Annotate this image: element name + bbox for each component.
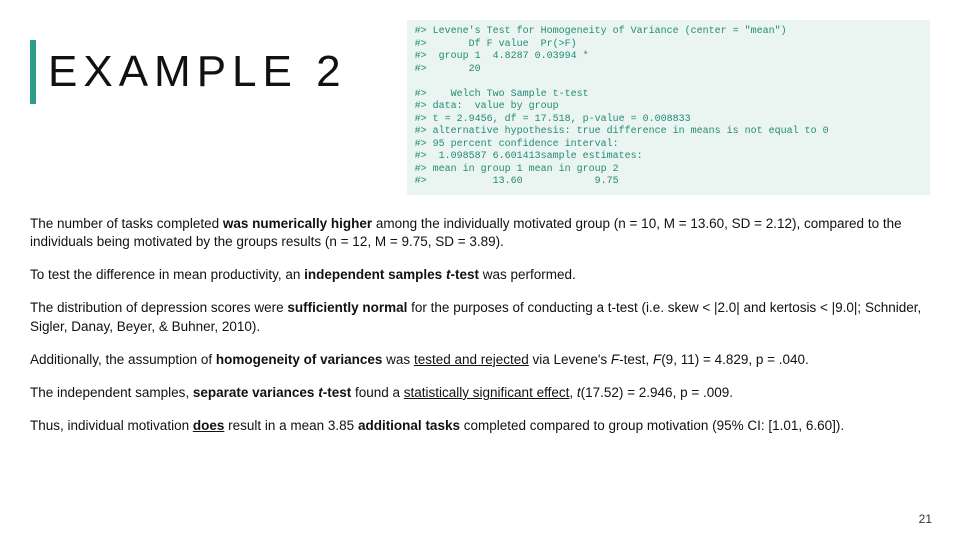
bold-text: separate variances: [193, 385, 318, 400]
text: was performed.: [479, 267, 576, 282]
paragraph-1: The number of tasks completed was numeri…: [30, 215, 930, 253]
paragraph-2: To test the difference in mean productiv…: [30, 266, 930, 285]
text: result in a mean 3.85: [224, 418, 358, 433]
text: was: [382, 352, 414, 367]
page-number: 21: [919, 512, 932, 526]
text: found a: [351, 385, 404, 400]
paragraph-4: Additionally, the assumption of homogene…: [30, 351, 930, 370]
italic-text: F: [653, 352, 661, 367]
underline-text: statistically significant effect: [404, 385, 570, 400]
slide-title: EXAMPLE 2: [48, 47, 347, 97]
text: The number of tasks completed: [30, 216, 223, 231]
bold-text: sufficiently normal: [287, 300, 407, 315]
text: (17.52) = 2.946, p = .009.: [581, 385, 733, 400]
text: The independent samples,: [30, 385, 193, 400]
paragraph-5: The independent samples, separate varian…: [30, 384, 930, 403]
italic-text: F: [611, 352, 619, 367]
text: completed compared to group motivation (…: [460, 418, 844, 433]
bold-text: independent samples: [304, 267, 446, 282]
text: via Levene's: [529, 352, 611, 367]
paragraph-6: Thus, individual motivation does result …: [30, 417, 930, 436]
slide-title-block: EXAMPLE 2: [30, 20, 347, 104]
bold-text: homogeneity of variances: [216, 352, 383, 367]
bold-text: additional tasks: [358, 418, 460, 433]
text: ,: [569, 385, 577, 400]
text: Additionally, the assumption of: [30, 352, 216, 367]
bold-text: -test: [323, 385, 352, 400]
underline-text: tested and rejected: [414, 352, 529, 367]
bold-underline-text: does: [193, 418, 225, 433]
text: -test,: [619, 352, 653, 367]
r-output-block: #> Levene's Test for Homogeneity of Vari…: [407, 20, 930, 195]
paragraph-3: The distribution of depression scores we…: [30, 299, 930, 337]
text: (9, 11) = 4.829, p = .040.: [661, 352, 809, 367]
bold-text: was numerically higher: [223, 216, 372, 231]
accent-bar: [30, 40, 36, 104]
text: Thus, individual motivation: [30, 418, 193, 433]
text: The distribution of depression scores we…: [30, 300, 287, 315]
text: To test the difference in mean productiv…: [30, 267, 304, 282]
bold-text: -test: [450, 267, 479, 282]
